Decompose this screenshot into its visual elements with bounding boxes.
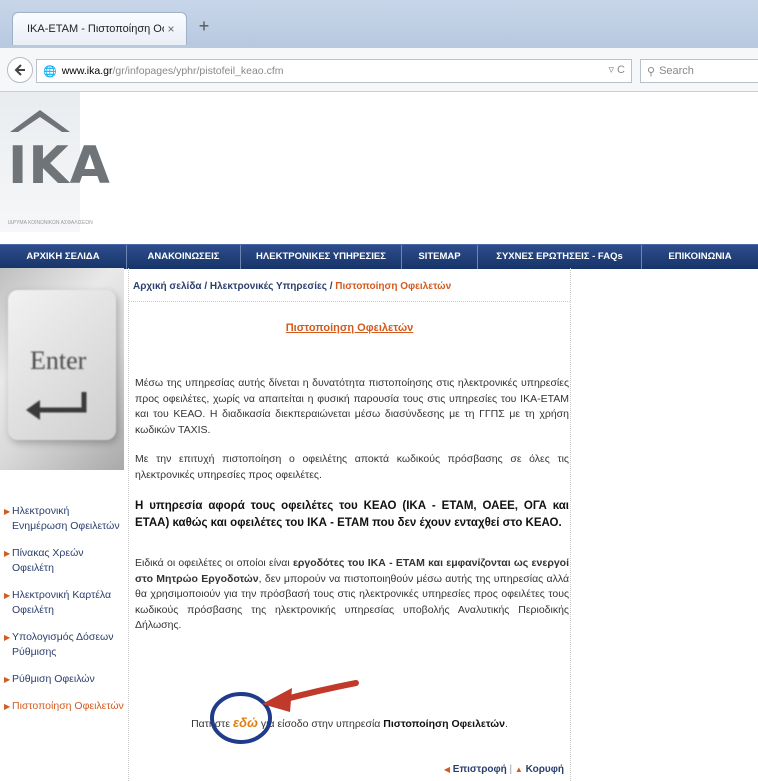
- tab-title: ΙΚΑ-ΕΤΑΜ - Πιστοποίηση Οφε...: [27, 23, 164, 35]
- leftnav-item-debtor-record[interactable]: ▶ Ηλεκτρονική Καρτέλα Οφειλέτη: [4, 588, 126, 618]
- here-link[interactable]: εδώ: [233, 715, 258, 730]
- bullet-icon: ▶: [4, 675, 11, 684]
- roof-icon: [10, 110, 70, 132]
- breadcrumb-separator: /: [326, 281, 336, 292]
- leftnav-label: Ηλεκτρονική Καρτέλα Οφειλέτη: [12, 589, 112, 616]
- leftnav-item-e-notification[interactable]: ▶ Ηλεκτρονική Ενημέρωση Οφειλετών: [4, 504, 126, 534]
- leftnav-label: Πιστοποίηση Οφειλετών: [12, 700, 124, 712]
- intro-paragraph: Μέσω της υπηρεσίας αυτής δίνεται η δυνατ…: [135, 377, 569, 436]
- bullet-icon: ▶: [4, 633, 11, 642]
- globe-icon: 🌐: [43, 65, 57, 78]
- menu-item-sitemap[interactable]: SITEMAP: [402, 245, 478, 269]
- menu-item-announcements[interactable]: ΑΝΑΚΟΙΝΩΣΕΙΣ: [127, 245, 241, 269]
- leftnav-label: Υπολογισμός Δόσεων Ρύθμισης: [12, 631, 114, 658]
- footer-separator: |: [506, 764, 515, 775]
- cta-middle: για είσοδο στην υπηρεσία: [257, 718, 384, 730]
- main-content: Αρχική σελίδα / Ηλεκτρονικές Υπηρεσίες /…: [128, 268, 571, 781]
- breadcrumb: Αρχική σελίδα / Ηλεκτρονικές Υπηρεσίες /…: [133, 281, 451, 292]
- address-bar[interactable]: 🌐 www.ika.gr /gr/infopages/yphr/pistofei…: [36, 59, 632, 83]
- footer-links: ◀ Επιστροφή | ▲ Κορυφή: [444, 764, 564, 775]
- leftnav-item-installment-calc[interactable]: ▶ Υπολογισμός Δόσεων Ρύθμισης: [4, 630, 126, 660]
- bullet-icon: ▶: [4, 591, 11, 600]
- cta-end: .: [505, 718, 508, 730]
- main-menu: ΑΡΧΙΚΗ ΣΕΛΙΔΑ ΑΝΑΚΟΙΝΩΣΕΙΣ ΗΛΕΚΤΡΟΝΙΚΕΣ …: [0, 244, 758, 269]
- access-paragraph: Με την επιτυχή πιστοποίηση ο οφειλέτης α…: [135, 453, 569, 481]
- back-arrow-icon: ◀: [443, 765, 451, 774]
- enter-key-label: Enter: [30, 346, 87, 375]
- up-arrow-icon: ▲: [514, 765, 523, 774]
- site-header: ΙΚΑ ΙΔΡΥΜΑ ΚΟΙΝΩΝΙΚΩΝ ΑΣΦΑΛΙΣΕΩΝ: [0, 92, 758, 244]
- leftnav-label: Ρύθμιση Οφειλών: [12, 673, 95, 685]
- bullet-icon: ▶: [4, 507, 11, 516]
- return-arrow-icon: [26, 392, 87, 420]
- logo-text: ΙΚΑ: [8, 136, 111, 196]
- enter-key-image: Enter: [0, 268, 124, 470]
- back-link[interactable]: Επιστροφή: [453, 764, 507, 775]
- menu-item-faqs[interactable]: ΣΥΧΝΕΣ ΕΡΩΤΗΣΕΙΣ - FAQs: [478, 245, 642, 269]
- menu-item-contact[interactable]: ΕΠΙΚΟΙΝΩΝΙΑ: [642, 245, 758, 269]
- menu-item-home[interactable]: ΑΡΧΙΚΗ ΣΕΛΙΔΑ: [0, 245, 127, 269]
- leftnav-label: Πίνακας Χρεών Οφειλέτη: [12, 547, 84, 574]
- browser-tab[interactable]: ΙΚΑ-ΕΤΑΜ - Πιστοποίηση Οφε... ×: [12, 12, 187, 45]
- breadcrumb-home[interactable]: Αρχική σελίδα: [133, 281, 202, 292]
- arrow-left-icon: [14, 64, 25, 76]
- back-button[interactable]: [7, 57, 33, 83]
- employers-paragraph: Ειδικά οι οφειλέτες οι οποίοι είναι εργο…: [135, 556, 569, 634]
- divider: [129, 301, 570, 302]
- leftnav-item-debt-table[interactable]: ▶ Πίνακας Χρεών Οφειλέτη: [4, 546, 126, 576]
- leftnav-item-debt-settlement[interactable]: ▶ Ρύθμιση Οφειλών: [4, 672, 126, 687]
- reload-icon[interactable]: ▿ C: [608, 63, 625, 76]
- cta-service-name: Πιστοποίηση Οφειλετών: [383, 718, 506, 730]
- url-path: /gr/infopages/yphr/pistofeil_keao.cfm: [112, 65, 284, 77]
- browser-navbar: 🌐 www.ika.gr /gr/infopages/yphr/pistofei…: [0, 48, 758, 92]
- logo-subtitle: ΙΔΡΥΜΑ ΚΟΙΝΩΝΙΚΩΝ ΑΣΦΑΛΙΣΕΩΝ: [8, 220, 93, 226]
- ika-logo[interactable]: ΙΚΑ ΙΔΡΥΜΑ ΚΟΙΝΩΝΙΚΩΝ ΑΣΦΑΛΙΣΕΩΝ: [0, 92, 110, 232]
- url-host: www.ika.gr: [61, 65, 113, 77]
- employers-text-a: Ειδικά οι οφειλέτες οι οποίοι είναι: [135, 557, 293, 569]
- breadcrumb-separator: /: [201, 281, 210, 292]
- search-placeholder: Search: [659, 65, 694, 77]
- breadcrumb-services[interactable]: Ηλεκτρονικές Υπηρεσίες: [210, 281, 327, 292]
- search-icon: ⚲: [647, 65, 656, 78]
- menu-item-e-services[interactable]: ΗΛΕΚΤΡΟΝΙΚΕΣ ΥΠΗΡΕΣΙΕΣ: [241, 245, 402, 269]
- cta-prefix: Πατήστε: [191, 718, 233, 730]
- browser-tabbar: ΙΚΑ-ΕΤΑΜ - Πιστοποίηση Οφε... × +: [0, 0, 758, 48]
- breadcrumb-current: Πιστοποίηση Οφειλετών: [335, 281, 452, 292]
- top-link[interactable]: Κορυφή: [526, 764, 564, 775]
- leftnav-item-debtor-certification[interactable]: ▶ Πιστοποίηση Οφειλετών: [4, 699, 126, 714]
- leftnav-label: Ηλεκτρονική Ενημέρωση Οφειλετών: [12, 505, 120, 532]
- close-icon[interactable]: ×: [164, 22, 178, 36]
- left-nav: ▶ Ηλεκτρονική Ενημέρωση Οφειλετών ▶ Πίνα…: [4, 504, 126, 726]
- left-column: Enter ▶ Ηλεκτρονική Ενημέρωση Οφειλετών …: [0, 268, 128, 781]
- new-tab-button[interactable]: +: [193, 15, 215, 37]
- bullet-icon: ▶: [4, 702, 11, 711]
- scope-paragraph: Η υπηρεσία αφορά τους οφειλέτες του ΚΕΑΟ…: [135, 500, 569, 529]
- call-to-action: Πατήστε εδώ για είσοδο στην υπηρεσία Πισ…: [129, 715, 570, 730]
- search-input[interactable]: ⚲ Search: [640, 59, 758, 83]
- bullet-icon: ▶: [4, 549, 11, 558]
- page-title: Πιστοποίηση Οφειλετών: [285, 322, 414, 334]
